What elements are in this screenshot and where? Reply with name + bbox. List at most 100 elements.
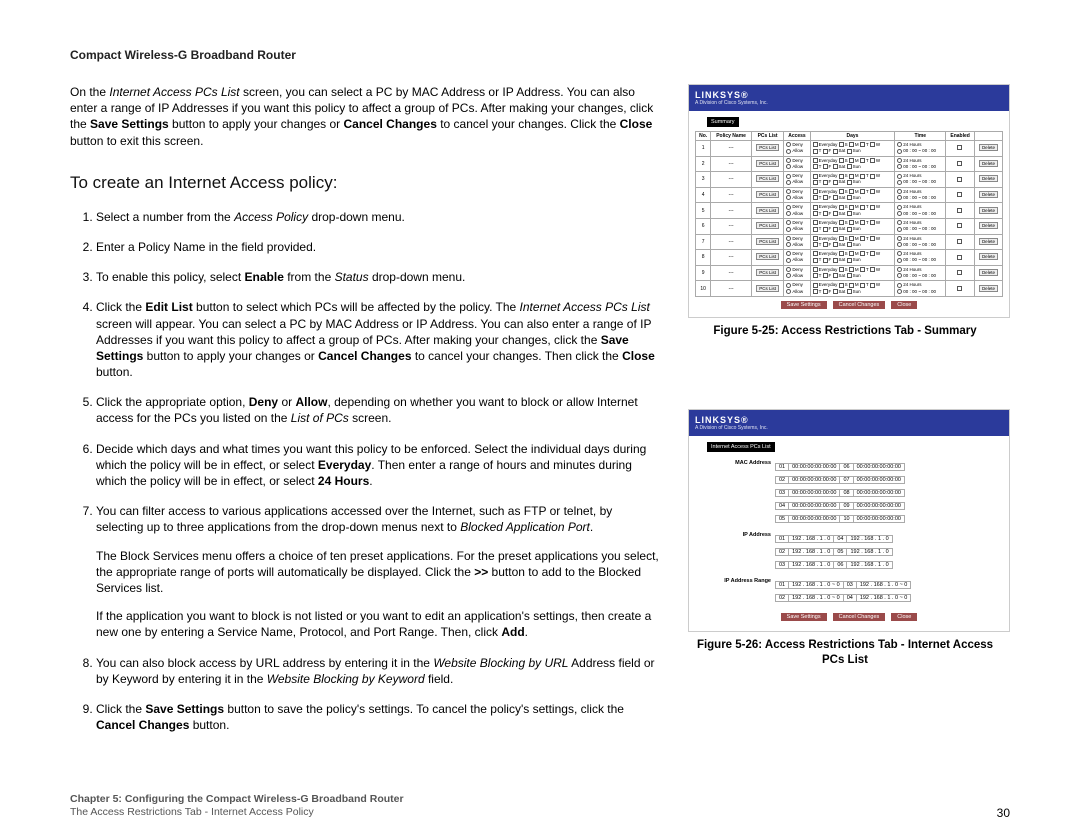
caption-line1: Figure 5-26: Access Restrictions Tab - I…: [697, 639, 993, 651]
step-9: Click the Save Settings button to save t…: [96, 701, 660, 733]
brand-sub-label: A Division of Cisco Systems, Inc.: [695, 425, 1003, 431]
text-bold: Edit List: [145, 300, 192, 314]
text: drop-down menu.: [308, 210, 405, 224]
text-bold: Close: [622, 349, 655, 363]
text: drop-down menu.: [369, 270, 466, 284]
cancel-button[interactable]: Cancel Changes: [833, 613, 886, 621]
save-button[interactable]: Save Settings: [781, 301, 827, 309]
tab-pcs-list: Internet Access PCs List: [707, 442, 775, 452]
steps-list: Select a number from the Access Policy d…: [70, 209, 660, 734]
text: .: [525, 625, 528, 639]
figure-26-caption: Figure 5-26: Access Restrictions Tab - I…: [680, 638, 1010, 668]
text: field.: [425, 672, 454, 686]
step-1: Select a number from the Access Policy d…: [96, 209, 660, 225]
screenshot-pcs-list: LINKSYS® A Division of Cisco Systems, In…: [688, 409, 1010, 632]
figure-26-container: LINKSYS® A Division of Cisco Systems, In…: [680, 409, 1010, 668]
text-italic: List of PCs: [291, 411, 349, 425]
document-header: Compact Wireless-G Broadband Router: [70, 48, 1010, 62]
text-italic: Status: [335, 270, 369, 284]
section-heading: To create an Internet Access policy:: [70, 173, 660, 193]
text: Click the appropriate option,: [96, 395, 249, 409]
text: to cancel your changes. Then click the: [412, 349, 623, 363]
text: from the: [284, 270, 335, 284]
figures-column: LINKSYS® A Division of Cisco Systems, In…: [680, 84, 1010, 747]
text: screen.: [349, 411, 392, 425]
text-bold: Add: [501, 625, 524, 639]
text: button to exit this screen.: [70, 134, 203, 148]
text: Click the: [96, 702, 145, 716]
text-bold: Close: [620, 117, 653, 131]
action-row: Save Settings Cancel Changes Close: [695, 301, 1003, 309]
text-bold: Cancel Changes: [344, 117, 437, 131]
close-button[interactable]: Close: [891, 613, 917, 621]
cancel-button[interactable]: Cancel Changes: [833, 301, 886, 309]
caption-line2: PCs List: [822, 654, 868, 666]
screenshot-brand-bar: LINKSYS® A Division of Cisco Systems, In…: [689, 85, 1009, 111]
brand-label: LINKSYS®: [695, 415, 1003, 425]
text: .: [590, 520, 593, 534]
step-5: Click the appropriate option, Deny or Al…: [96, 394, 660, 426]
close-button[interactable]: Close: [891, 301, 917, 309]
text-bold: Cancel Changes: [318, 349, 411, 363]
text: Click the: [96, 300, 145, 314]
text: To enable this policy, select: [96, 270, 245, 284]
text: You can also block access by URL address…: [96, 656, 433, 670]
brand-sub-label: A Division of Cisco Systems, Inc.: [695, 100, 1003, 106]
text: or: [278, 395, 295, 409]
text-italic: Internet Access PCs List: [520, 300, 650, 314]
summary-table: No.Policy NamePCs ListAccessDaysTimeEnab…: [695, 131, 1003, 297]
footer-section: The Access Restrictions Tab - Internet A…: [70, 806, 404, 820]
screenshot-summary: LINKSYS® A Division of Cisco Systems, In…: [688, 84, 1010, 318]
text-italic: Website Blocking by URL: [433, 656, 568, 670]
page-number: 30: [997, 806, 1010, 820]
tab-summary: Summary: [707, 117, 739, 127]
text-bold: Save Settings: [90, 117, 169, 131]
text: screen will appear. You can select a PC …: [96, 317, 651, 347]
text: On the: [70, 85, 109, 99]
step-4: Click the Edit List button to select whi…: [96, 299, 660, 380]
text-bold: Deny: [249, 395, 278, 409]
text: .: [369, 474, 372, 488]
text: button.: [96, 365, 133, 379]
text-bold: Allow: [295, 395, 327, 409]
ip-range-rows: 01192 . 168 . 1 . 0 ~ 003192 . 168 . 1 .…: [775, 578, 911, 605]
text-bold: Everyday: [318, 458, 371, 472]
save-button[interactable]: Save Settings: [781, 613, 827, 621]
page-footer: Chapter 5: Configuring the Compact Wirel…: [70, 793, 1010, 820]
main-text-column: On the Internet Access PCs List screen, …: [70, 84, 660, 747]
text-italic: Website Blocking by Keyword: [267, 672, 425, 686]
text: button to select which PCs will be affec…: [193, 300, 520, 314]
step-6: Decide which days and what times you wan…: [96, 441, 660, 490]
mac-address-label: MAC Address: [695, 460, 775, 466]
ip-address-label: IP Address: [695, 532, 775, 538]
step-3: To enable this policy, select Enable fro…: [96, 269, 660, 285]
text-bold: Cancel Changes: [96, 718, 189, 732]
text-bold: 24 Hours: [318, 474, 369, 488]
text-italic: Access Policy: [234, 210, 308, 224]
text: button to apply your changes or: [143, 349, 318, 363]
mac-address-rows: 0100:00:00:00:00:000600:00:00:00:00:0002…: [775, 460, 905, 526]
step-7: You can filter access to various applica…: [96, 503, 660, 640]
text: button to apply your changes or: [169, 117, 344, 131]
action-row: Save Settings Cancel Changes Close: [695, 613, 1003, 621]
ip-address-rows: 01192 . 168 . 1 . 004192 . 168 . 1 . 002…: [775, 532, 893, 572]
figure-25-container: LINKSYS® A Division of Cisco Systems, In…: [680, 84, 1010, 339]
ip-range-label: IP Address Range: [695, 578, 775, 584]
text: to cancel your changes. Click the: [437, 117, 620, 131]
text-italic: Internet Access PCs List: [109, 85, 239, 99]
figure-25-caption: Figure 5-25: Access Restrictions Tab - S…: [680, 324, 1010, 339]
text: button to save the policy's settings. To…: [224, 702, 624, 716]
text: Select a number from the: [96, 210, 234, 224]
text-italic: Blocked Application Port: [460, 520, 590, 534]
screenshot-brand-bar: LINKSYS® A Division of Cisco Systems, In…: [689, 410, 1009, 436]
text: button.: [189, 718, 229, 732]
text-bold: Save Settings: [145, 702, 224, 716]
step-2: Enter a Policy Name in the field provide…: [96, 239, 660, 255]
step-8: You can also block access by URL address…: [96, 655, 660, 687]
brand-label: LINKSYS®: [695, 90, 1003, 100]
intro-paragraph: On the Internet Access PCs List screen, …: [70, 84, 660, 149]
text-bold: >>: [474, 565, 488, 579]
text-bold: Enable: [245, 270, 284, 284]
text: If the application you want to block is …: [96, 609, 651, 639]
footer-chapter: Chapter 5: Configuring the Compact Wirel…: [70, 793, 404, 807]
